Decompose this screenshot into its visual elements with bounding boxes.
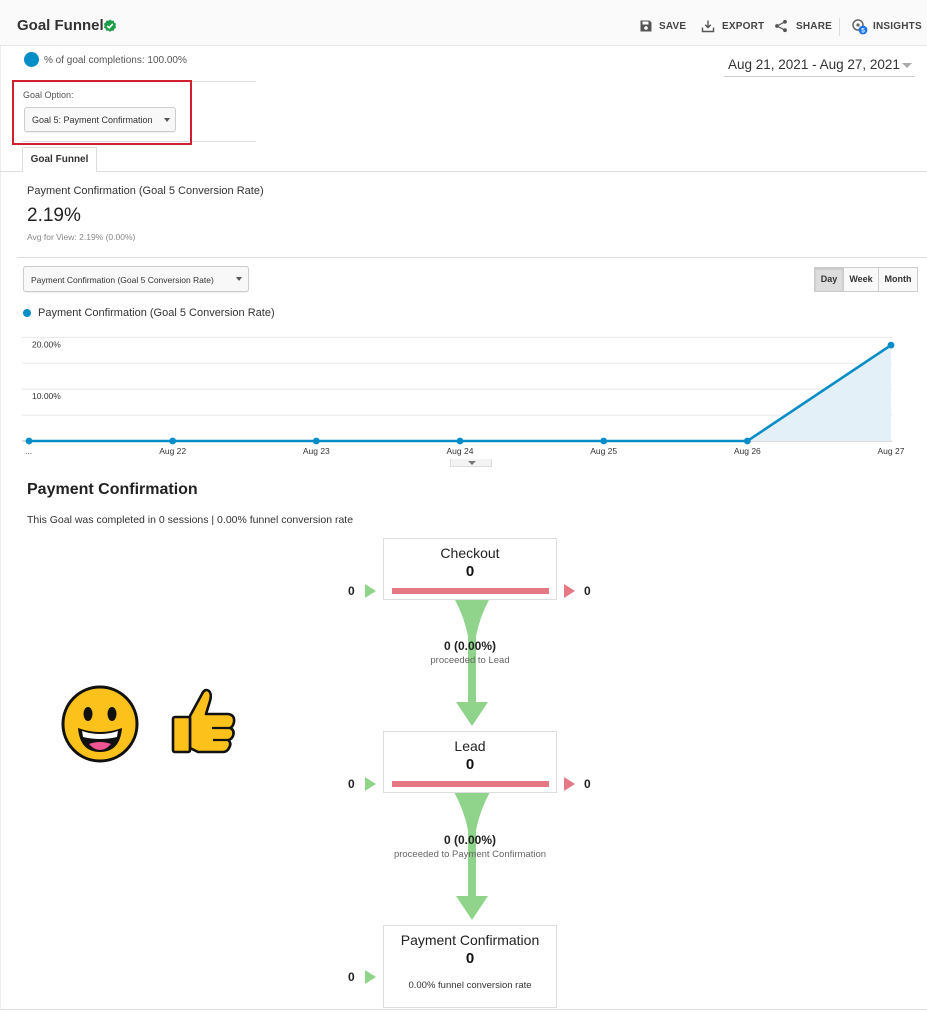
step-name: Payment Confirmation xyxy=(400,932,540,948)
date-range-underline xyxy=(724,76,915,77)
week-button[interactable]: Week xyxy=(843,267,879,292)
export-icon[interactable] xyxy=(701,19,715,33)
data-point xyxy=(743,437,751,445)
data-point xyxy=(887,341,895,349)
verified-check-icon xyxy=(103,19,117,32)
x-tick-label: Aug 25 xyxy=(590,446,617,456)
series-area xyxy=(29,345,891,441)
flow-label: proceeded to Payment Confirmation xyxy=(393,849,547,860)
save-button[interactable]: SAVE xyxy=(659,21,686,32)
data-point xyxy=(312,437,320,445)
caret-down-icon xyxy=(236,277,242,281)
step-name: Lead xyxy=(454,738,486,754)
day-button[interactable]: Day xyxy=(814,267,844,292)
x-tick-label: Aug 24 xyxy=(447,446,474,456)
metric-dropdown-value: Payment Confirmation (Goal 5 Conversion … xyxy=(31,275,214,285)
funnel-title: Payment Confirmation xyxy=(27,481,198,498)
page-title: Goal Funnel xyxy=(17,17,104,34)
share-icon[interactable] xyxy=(774,19,788,33)
legend-label: Payment Confirmation (Goal 5 Conversion … xyxy=(38,307,275,319)
toolbar-divider xyxy=(839,18,840,36)
date-range-picker[interactable]: Aug 21, 2021 - Aug 27, 2021 xyxy=(728,57,900,72)
goal-completions-text: % of goal completions: 100.00% xyxy=(44,55,187,66)
chevron-down-icon[interactable] xyxy=(902,63,912,68)
legend-dot xyxy=(23,309,31,317)
exits-count[interactable]: 0 xyxy=(584,777,591,791)
exit-arrow-icon xyxy=(564,584,575,598)
insights-icon[interactable]: 5 xyxy=(851,18,868,35)
x-tick-label: Aug 22 xyxy=(159,446,186,456)
step-rate: 0.00% funnel conversion rate xyxy=(408,980,532,991)
page-header: Goal Funnel SAVE EXPORT SHARE 5 INSIGHTS xyxy=(0,0,927,46)
divider xyxy=(17,257,927,258)
metric-value: 2.19% xyxy=(27,205,81,226)
caret-down-icon xyxy=(468,461,476,465)
entrance-arrow-icon xyxy=(365,777,376,791)
flow-percent: 0 (0.00%) xyxy=(443,833,497,847)
tab-goal-funnel[interactable]: Goal Funnel xyxy=(22,147,97,172)
step-count: 0 xyxy=(465,563,475,580)
data-point xyxy=(25,437,33,445)
y-tick-label: 10.00% xyxy=(32,391,61,401)
x-tick-label: Aug 27 xyxy=(878,446,905,456)
x-tick-label: Aug 23 xyxy=(303,446,330,456)
highlight-box xyxy=(12,80,192,145)
funnel-step-checkout[interactable]: Checkout 0 xyxy=(383,538,557,600)
flow-label: proceeded to Lead xyxy=(430,655,510,666)
entrances-count[interactable]: 0 xyxy=(348,970,355,984)
metric-avg: Avg for View: 2.19% (0.00%) xyxy=(27,232,136,242)
funnel-summary: This Goal was completed in 0 sessions | … xyxy=(27,514,354,526)
conversion-rate-chart: 10.00% 20.00%... Aug 22 Aug 23 Aug 24 Aug 25 A… xyxy=(22,336,905,456)
exit-bar xyxy=(392,588,549,594)
data-point xyxy=(456,437,464,445)
exits-count[interactable]: 0 xyxy=(584,584,591,598)
completions-dot xyxy=(24,52,39,67)
funnel-step-lead[interactable]: Lead 0 xyxy=(383,731,557,793)
thumbs-up-icon xyxy=(171,688,236,754)
x-tick-label: Aug 26 xyxy=(734,446,761,456)
entrances-count[interactable]: 0 xyxy=(348,584,355,598)
save-icon[interactable] xyxy=(639,19,653,33)
entrance-arrow-icon xyxy=(365,584,376,598)
y-tick-label: 20.00% xyxy=(32,339,61,349)
data-point xyxy=(169,437,177,445)
series-line xyxy=(29,344,892,443)
entrances-count[interactable]: 0 xyxy=(348,777,355,791)
grinning-face-icon xyxy=(61,685,139,763)
exit-bar xyxy=(392,781,549,787)
exit-arrow-icon xyxy=(564,777,575,791)
step-count: 0 xyxy=(465,756,475,773)
share-button[interactable]: SHARE xyxy=(796,21,832,32)
export-button[interactable]: EXPORT xyxy=(722,21,764,32)
entrance-arrow-icon xyxy=(365,970,376,984)
month-button[interactable]: Month xyxy=(878,267,918,292)
funnel-step-payment-confirmation[interactable]: Payment Confirmation 0 0.00% funnel conv… xyxy=(383,925,557,1008)
tab-baseline xyxy=(97,171,927,172)
metric-name: Payment Confirmation (Goal 5 Conversion … xyxy=(27,185,264,197)
step-count: 0 xyxy=(465,950,475,967)
insights-badge: 5 xyxy=(861,27,865,34)
insights-button[interactable]: INSIGHTS xyxy=(873,21,922,32)
data-point xyxy=(600,437,608,445)
metric-dropdown[interactable]: Payment Confirmation (Goal 5 Conversion … xyxy=(23,266,249,292)
step-name: Checkout xyxy=(440,545,500,561)
flow-percent: 0 (0.00%) xyxy=(443,639,497,653)
x-tick-label: ... xyxy=(25,446,32,456)
chart-collapse-handle[interactable] xyxy=(450,459,492,467)
tab-baseline xyxy=(0,171,22,172)
